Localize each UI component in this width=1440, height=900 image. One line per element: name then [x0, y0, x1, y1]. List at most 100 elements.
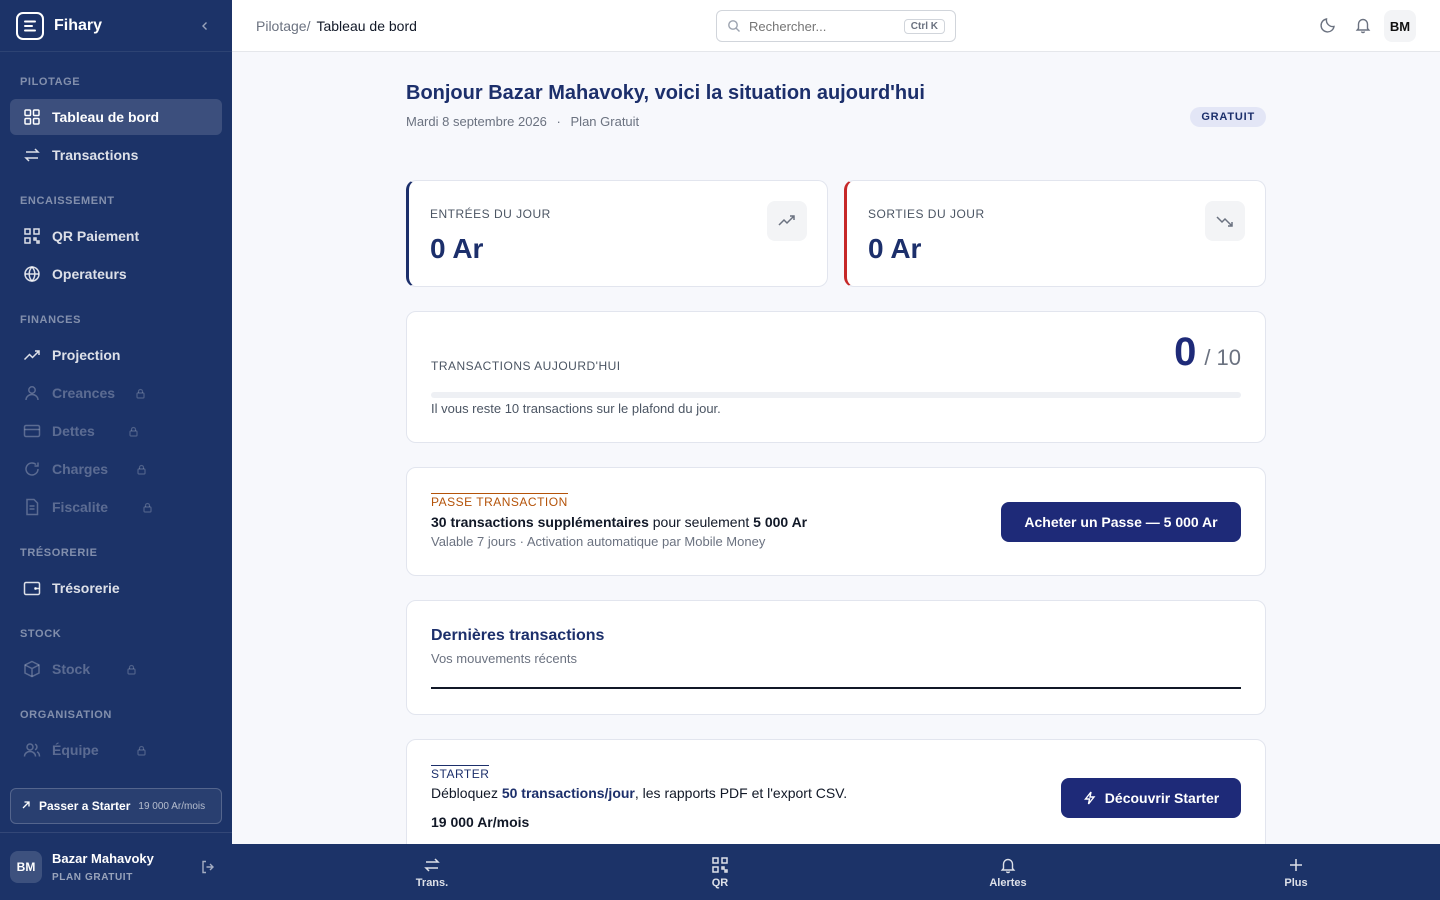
sidebar-item-qr[interactable]: QR Paiement — [10, 218, 222, 254]
arrows-swap-icon — [424, 857, 440, 872]
arrow-up-right-icon — [21, 799, 31, 813]
sidebar-item-label: Dettes — [52, 423, 95, 439]
sidebar-item-charges[interactable]: Charges — [10, 451, 222, 487]
bottom-nav-qr[interactable]: QR — [680, 844, 760, 900]
bottom-nav-more[interactable]: Plus — [1256, 844, 1336, 900]
section-pilotage: PILOTAGE — [20, 76, 81, 88]
starter-offer-a: Débloquez — [431, 785, 502, 801]
sidebar-brand: Fihary — [0, 0, 232, 52]
upgrade-starter-button[interactable]: Passer a Starter 19 000 Ar/mois — [10, 788, 222, 824]
bell-icon — [1000, 858, 1016, 873]
section-stock: STOCK — [20, 628, 62, 640]
sidebar-item-equipe[interactable]: Équipe — [10, 732, 222, 768]
lock-icon — [136, 464, 147, 475]
starter-eyebrow: STARTER — [431, 765, 490, 781]
logout-icon[interactable] — [200, 859, 222, 875]
avatar[interactable]: BM — [1384, 10, 1416, 42]
discover-starter-label: Découvrir Starter — [1104, 790, 1220, 806]
sidebar-item-dettes[interactable]: Dettes — [10, 413, 222, 449]
trend-down-icon — [1205, 201, 1245, 241]
wallet-icon — [22, 578, 42, 598]
search-input[interactable] — [749, 18, 904, 34]
daily-tx-separator: / — [1204, 345, 1211, 370]
pass-card: PASSE TRANSACTION 30 transactions supplé… — [406, 467, 1266, 576]
starter-price: 19 000 Ar/mois — [431, 814, 530, 830]
starter-offer-highlight: 50 transactions/jour — [501, 785, 635, 801]
topbar: Pilotage/Tableau de bord Ctrl K BM — [232, 0, 1440, 52]
page-title: Bonjour Bazar Mahavoky, voici la situati… — [406, 82, 925, 104]
recent-subtitle: Vos mouvements récents — [431, 651, 577, 666]
sidebar-item-fiscalite[interactable]: Fiscalite — [10, 489, 222, 525]
recent-title: Dernières transactions — [431, 627, 605, 644]
search-icon — [727, 19, 741, 33]
daily-tx-label: TRANSACTIONS AUJOURD'HUI — [431, 359, 621, 373]
section-tresorerie: TRÉSORERIE — [20, 547, 98, 559]
refresh-icon — [22, 459, 42, 479]
sidebar-item-label: Équipe — [52, 742, 99, 758]
sidebar-item-label: Operateurs — [52, 266, 127, 282]
sidebar-item-tresorerie[interactable]: Trésorerie — [10, 570, 222, 606]
sidebar-item-dashboard[interactable]: Tableau de bord — [10, 99, 222, 135]
collapse-sidebar-icon[interactable] — [200, 18, 216, 34]
lock-icon — [135, 388, 146, 399]
pass-offer-price: 5 000 Ar — [753, 514, 808, 530]
lock-icon — [136, 745, 147, 756]
box-icon — [22, 659, 42, 679]
sidebar-item-label: Fiscalite — [52, 499, 109, 515]
pass-offer: 30 transactions supplémentaires pour seu… — [431, 514, 807, 530]
starter-offer-b: , les rapports PDF et l'export CSV. — [634, 785, 848, 801]
arrows-swap-icon — [22, 145, 42, 165]
divider — [431, 687, 1241, 689]
daily-transactions-card: TRANSACTIONS AUJOURD'HUI 0 / 10 Il vous … — [406, 311, 1266, 443]
section-organisation: ORGANISATION — [20, 709, 112, 721]
sidebar-item-stock[interactable]: Stock — [10, 651, 222, 687]
sidebar-item-transactions[interactable]: Transactions — [10, 137, 222, 173]
bottom-nav-alerts[interactable]: Alertes — [968, 844, 1048, 900]
section-finances: FINANCES — [20, 314, 82, 326]
lock-icon — [128, 426, 139, 437]
plan-text: Plan Gratuit — [570, 114, 640, 129]
sidebar-item-creances[interactable]: Creances — [10, 375, 222, 411]
trend-up-icon — [22, 345, 42, 365]
users-icon — [22, 740, 42, 760]
sidebar-user: BM Bazar Mahavoky PLAN GRATUIT — [0, 832, 232, 900]
income-card: ENTRÉES DU JOUR 0 Ar — [406, 180, 828, 287]
avatar[interactable]: BM — [10, 850, 42, 883]
expense-label: SORTIES DU JOUR — [868, 207, 985, 221]
breadcrumb: Pilotage/Tableau de bord — [256, 18, 417, 34]
search-box[interactable]: Ctrl K — [716, 10, 956, 42]
sidebar-item-label: QR Paiement — [52, 228, 140, 244]
expense-value: 0 Ar — [868, 233, 922, 264]
bottom-nav-label: Trans. — [415, 876, 449, 889]
plan-badge: GRATUIT — [1190, 107, 1266, 127]
brand-name: Fihary — [54, 16, 103, 34]
recent-transactions-card: Dernières transactions Vos mouvements ré… — [406, 600, 1266, 715]
discover-starter-button[interactable]: Découvrir Starter — [1061, 778, 1241, 818]
daily-tx-progress — [431, 392, 1241, 398]
daily-tx-counter: 0 / 10 — [1174, 330, 1241, 375]
qr-code-icon — [712, 856, 728, 873]
plus-icon — [1290, 858, 1302, 871]
sidebar: Fihary PILOTAGE Tableau de bord Transact… — [0, 0, 232, 900]
grid-icon — [22, 107, 42, 127]
date-text: Mardi 8 septembre 2026 — [406, 114, 547, 129]
bottom-nav-label: Alertes — [989, 876, 1027, 889]
bottom-nav-transactions[interactable]: Trans. — [392, 844, 472, 900]
pass-offer-mid: pour seulement — [648, 514, 754, 530]
document-icon — [22, 497, 42, 517]
breadcrumb-parent[interactable]: Pilotage/ — [256, 18, 310, 34]
sidebar-item-projection[interactable]: Projection — [10, 337, 222, 373]
user-icon — [22, 383, 42, 403]
date-separator: · — [556, 114, 561, 129]
sidebar-item-operators[interactable]: Operateurs — [10, 256, 222, 292]
brand-logo-icon — [16, 11, 44, 40]
bell-icon[interactable] — [1354, 16, 1372, 34]
sidebar-item-label: Creances — [52, 385, 116, 401]
upgrade-label: Passer a Starter — [39, 799, 131, 813]
pass-eyebrow: PASSE TRANSACTION — [431, 493, 568, 509]
pass-detail: Valable 7 jours · Activation automatique… — [431, 534, 766, 549]
lock-icon — [126, 664, 137, 675]
moon-icon[interactable] — [1319, 16, 1337, 34]
buy-pass-button[interactable]: Acheter un Passe — 5 000 Ar — [1001, 502, 1241, 542]
bottom-nav-label: QR — [711, 876, 729, 889]
